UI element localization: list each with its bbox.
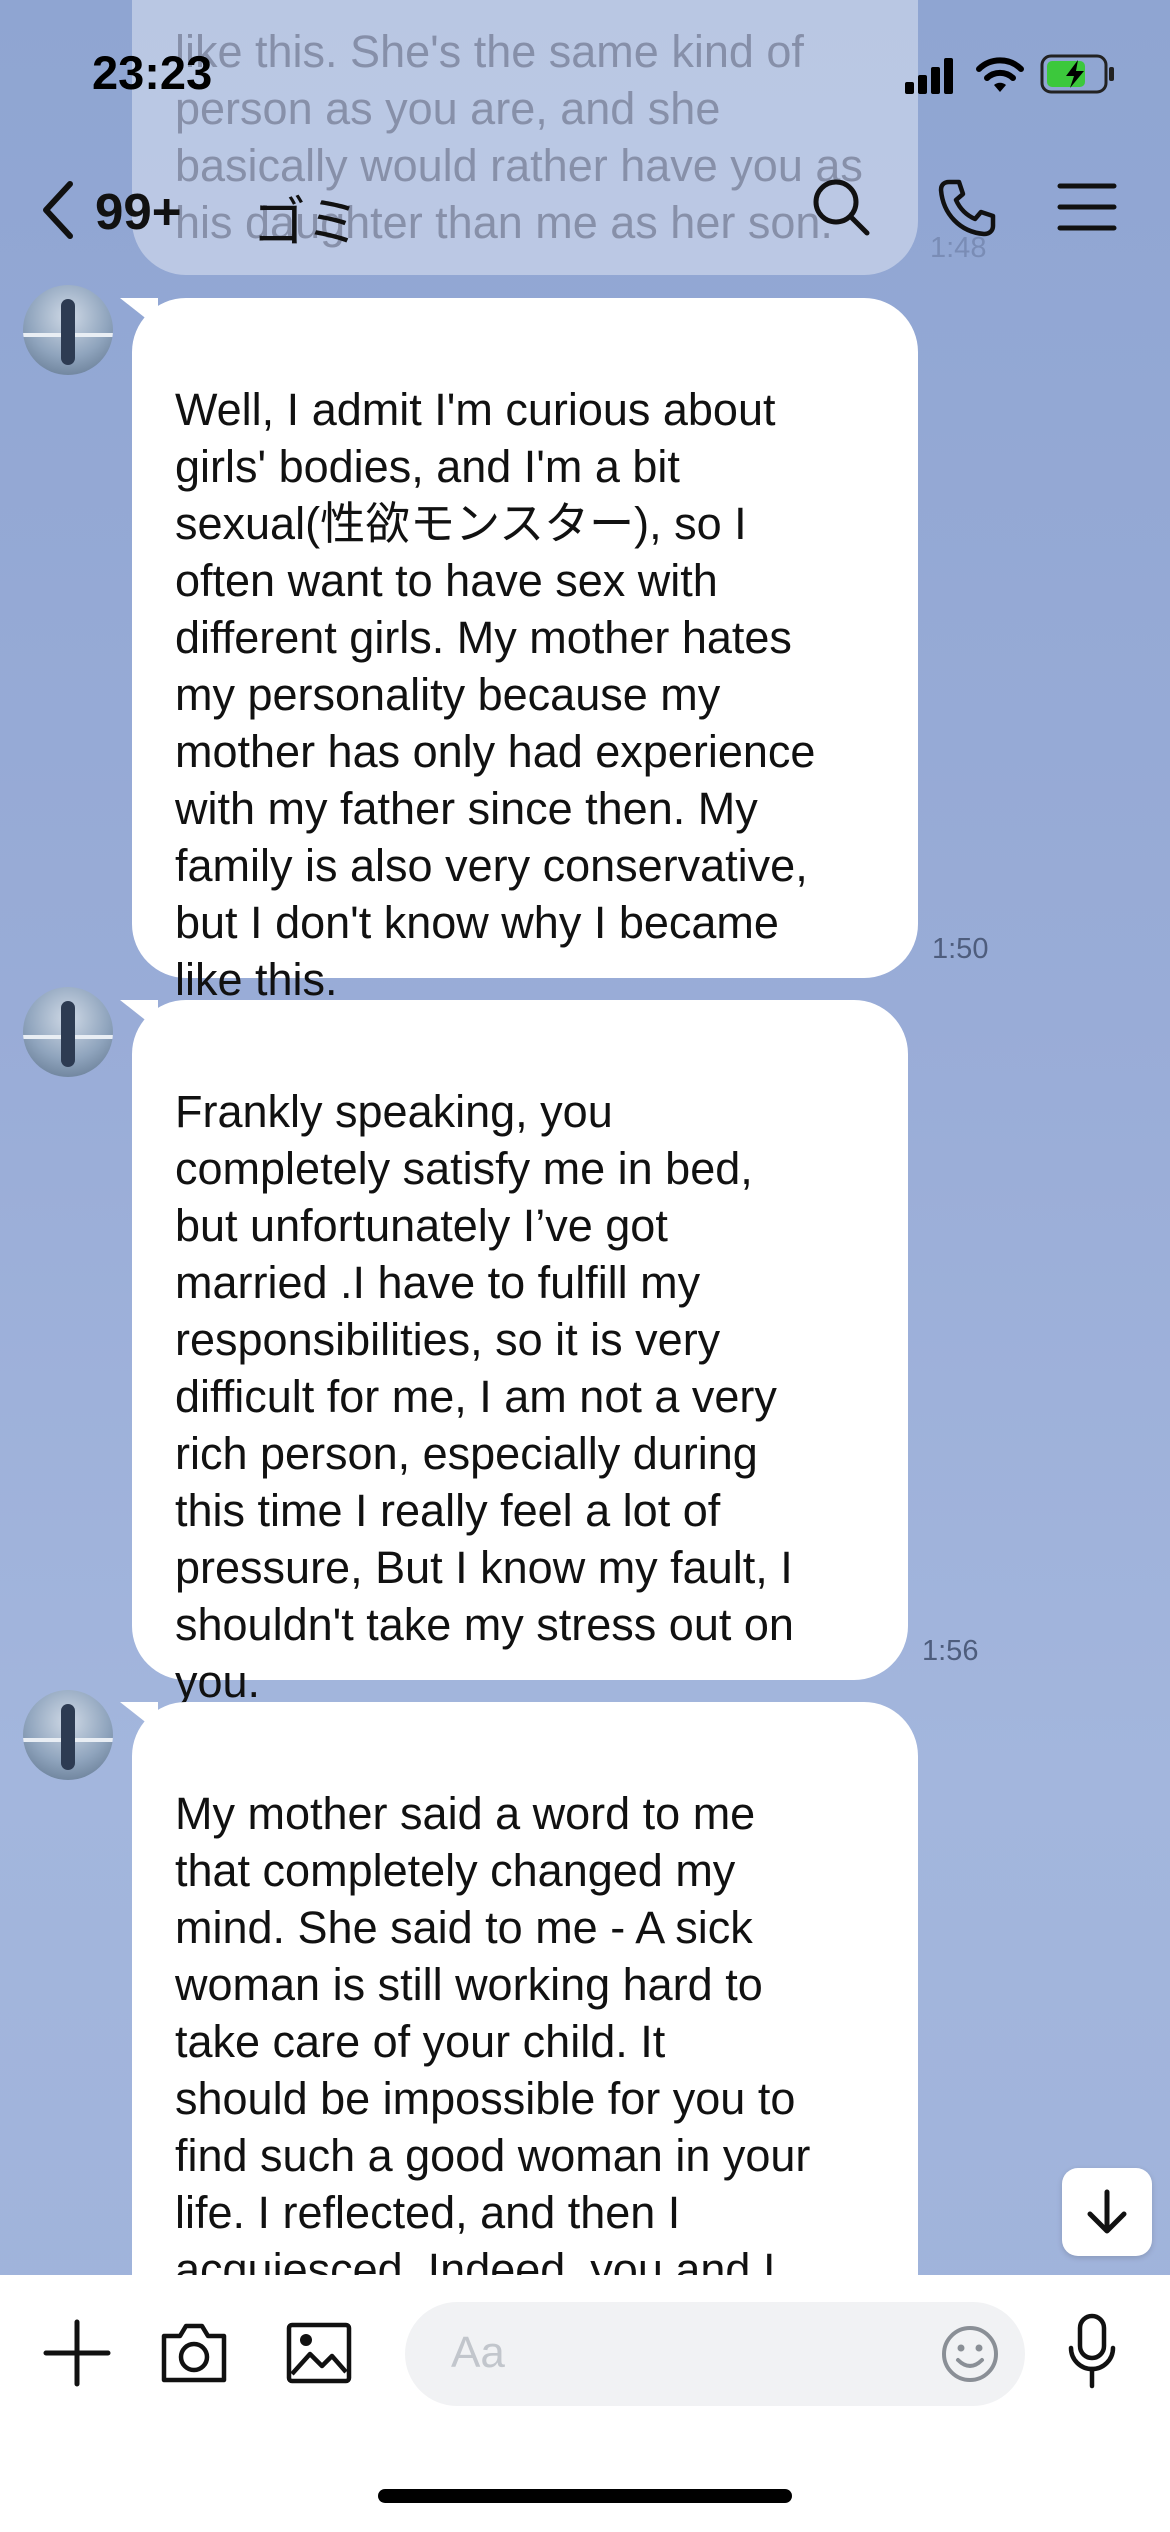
search-icon[interactable] xyxy=(810,176,872,238)
status-time: 23:23 xyxy=(92,46,213,99)
message-bubble[interactable]: My mother said a word to me that complet… xyxy=(132,1702,918,2275)
signal-icon xyxy=(905,58,953,94)
message-text: Well, I admit I'm curious about girls' b… xyxy=(175,384,816,1005)
back-button[interactable] xyxy=(38,180,78,250)
menu-icon[interactable] xyxy=(1056,176,1118,238)
scroll-to-bottom-button[interactable] xyxy=(1062,2168,1152,2256)
avatar[interactable] xyxy=(23,285,113,375)
battery-icon xyxy=(1040,54,1114,94)
avatar[interactable] xyxy=(23,1690,113,1780)
message-text: Frankly speaking, you completely satisfy… xyxy=(175,1086,794,1707)
wifi-icon xyxy=(976,57,1024,92)
chat-header: 99+ ゴミ xyxy=(0,150,1170,265)
message-bubble[interactable]: Well, I admit I'm curious about girls' b… xyxy=(132,298,918,1005)
microphone-icon[interactable] xyxy=(1066,2312,1118,2392)
chat-area: like this. She's the same kind of person… xyxy=(0,0,1170,2275)
message-bubble[interactable]: Frankly speaking, you completely satisfy… xyxy=(132,1000,908,1707)
avatar[interactable] xyxy=(23,987,113,1077)
message-time: 1:50 xyxy=(932,933,989,965)
chevron-left-icon xyxy=(43,181,73,239)
arrow-down-icon xyxy=(1087,2189,1127,2234)
phone-icon[interactable] xyxy=(935,176,997,238)
image-icon[interactable] xyxy=(286,2322,352,2384)
message-text: My mother said a word to me that complet… xyxy=(175,1788,811,2275)
plus-icon[interactable] xyxy=(42,2318,112,2388)
message-input[interactable]: Aa xyxy=(405,2302,1025,2406)
message-time: 1:56 xyxy=(922,1635,979,1667)
chat-title: ゴミ xyxy=(252,193,360,253)
emoji-icon[interactable] xyxy=(940,2324,1000,2384)
status-bar: 23:23 xyxy=(0,0,1170,150)
home-indicator xyxy=(378,2489,792,2503)
unread-count[interactable]: 99+ xyxy=(95,182,182,241)
message-input-placeholder: Aa xyxy=(451,2328,505,2377)
camera-icon[interactable] xyxy=(160,2320,228,2384)
